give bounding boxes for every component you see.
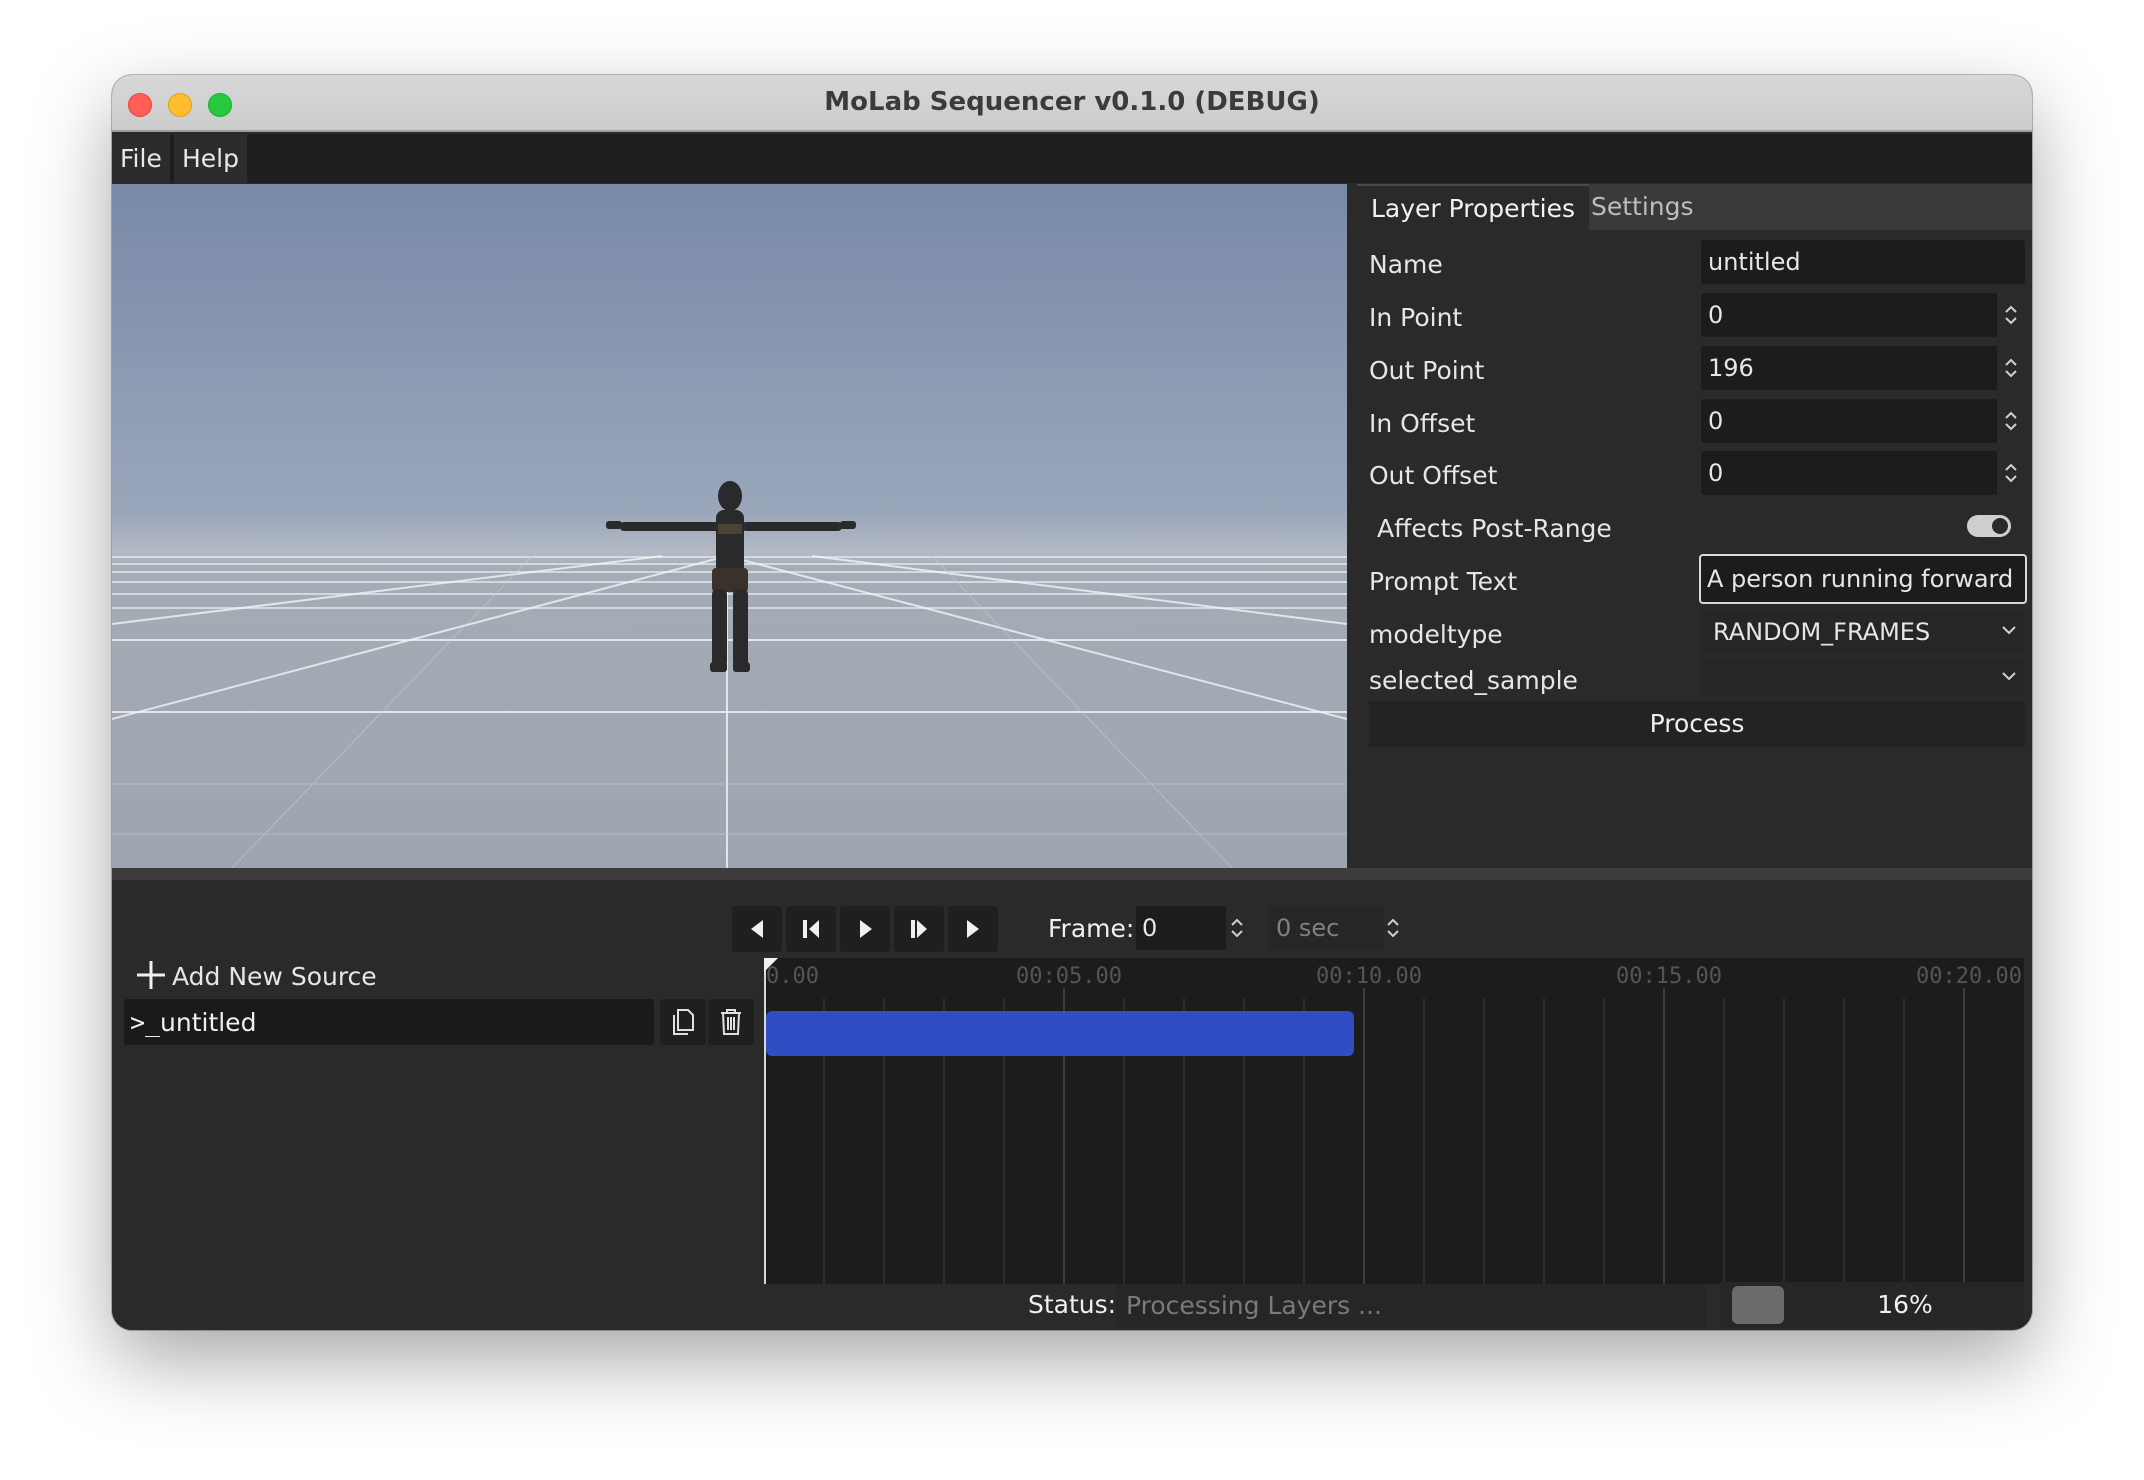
affects-post-range-toggle[interactable] — [1967, 515, 2011, 537]
window-title: MoLab Sequencer v0.1.0 (DEBUG) — [824, 87, 1320, 117]
out-offset-value: 0 — [1708, 459, 1724, 487]
3d-viewport[interactable] — [112, 184, 1347, 868]
step-forward-button[interactable] — [894, 906, 944, 952]
layer-time-bar[interactable] — [766, 1011, 1354, 1056]
out-offset-stepper[interactable] — [1997, 451, 2025, 495]
timeline-track-area[interactable]: 0.00 00:05.00 00:10.00 00:15.00 00:20.00 — [764, 958, 2024, 1284]
delete-layer-button[interactable] — [708, 999, 754, 1045]
affects-post-range-label: Affects Post-Range — [1377, 514, 1612, 543]
app-window: MoLab Sequencer v0.1.0 (DEBUG) File Help — [112, 75, 2032, 1330]
out-point-label: Out Point — [1369, 356, 1485, 385]
seconds-stepper-icon[interactable] — [1386, 916, 1400, 940]
playhead-marker-icon[interactable] — [764, 958, 780, 974]
selected-sample-label: selected_sample — [1369, 666, 1578, 695]
progress-text: 16% — [1877, 1290, 1933, 1319]
in-point-value: 0 — [1708, 301, 1724, 329]
status-text: Processing Layers ... — [1116, 1284, 1706, 1328]
triangle-right-icon — [967, 920, 979, 938]
terminal-prompt-icon: >_ — [130, 1008, 161, 1037]
add-new-source-label: Add New Source — [172, 962, 377, 991]
go-to-start-button[interactable] — [732, 906, 782, 952]
prompt-text-label: Prompt Text — [1369, 567, 1518, 596]
name-field[interactable]: untitled — [1701, 240, 2025, 284]
title-bar: MoLab Sequencer v0.1.0 (DEBUG) — [112, 75, 2032, 132]
play-button[interactable] — [840, 906, 890, 952]
properties-panel: Layer Properties Settings Name untitled … — [1357, 184, 2032, 868]
process-button[interactable]: Process — [1369, 701, 2025, 747]
spin-arrows-icon — [2005, 463, 2017, 483]
viewport-scene — [112, 481, 1347, 868]
in-offset-spinbox[interactable]: 0 — [1701, 399, 2025, 443]
plus-icon — [137, 961, 165, 989]
toggle-knob — [1992, 518, 2008, 534]
modeltype-value: RANDOM_FRAMES — [1713, 618, 1931, 646]
tick-label: 00:15.00 — [1616, 964, 1722, 989]
tick-label: 00:20.00 — [1916, 964, 2022, 989]
step-forward-icon — [911, 920, 927, 938]
character-figure — [606, 481, 856, 672]
play-icon — [860, 920, 872, 938]
menu-bar: File Help — [112, 134, 2032, 183]
chevron-down-icon — [2002, 672, 2016, 681]
trash-icon — [721, 1009, 741, 1035]
modeltype-select[interactable]: RANDOM_FRAMES — [1701, 610, 2025, 654]
sequencer-panel: Frame: 0 0 sec Add New Source >_ untitle… — [112, 880, 2032, 1330]
modeltype-label: modeltype — [1369, 620, 1503, 649]
out-offset-spinbox[interactable]: 0 — [1701, 451, 2025, 495]
menu-file[interactable]: File — [112, 134, 170, 183]
seconds-input[interactable]: 0 sec — [1268, 906, 1384, 950]
tick-label: 00:05.00 — [1016, 964, 1122, 989]
in-point-stepper[interactable] — [1997, 293, 2025, 337]
panel-splitter[interactable] — [112, 868, 2032, 880]
frame-input[interactable]: 0 — [1136, 906, 1226, 950]
step-back-button[interactable] — [786, 906, 836, 952]
spin-arrows-icon — [2005, 305, 2017, 325]
frame-stepper-icon[interactable] — [1230, 916, 1244, 940]
spin-arrows-icon — [2005, 358, 2017, 378]
in-offset-value: 0 — [1708, 407, 1724, 435]
tab-settings[interactable]: Settings — [1577, 184, 1708, 230]
go-to-end-button[interactable] — [948, 906, 998, 952]
copy-icon — [673, 1009, 694, 1035]
status-label: Status: — [1028, 1290, 1117, 1319]
tab-layer-properties[interactable]: Layer Properties — [1357, 184, 1589, 230]
in-offset-label: In Offset — [1369, 409, 1476, 438]
chevron-down-icon — [2002, 626, 2016, 635]
in-point-spinbox[interactable]: 0 — [1701, 293, 2025, 337]
triangle-left-icon — [751, 920, 763, 938]
name-label: Name — [1369, 250, 1443, 279]
out-point-spinbox[interactable]: 196 — [1701, 346, 2025, 390]
menu-help[interactable]: Help — [174, 134, 247, 183]
in-offset-stepper[interactable] — [1997, 399, 2025, 443]
out-point-value: 196 — [1708, 354, 1754, 382]
in-point-label: In Point — [1369, 303, 1463, 332]
layer-name: untitled — [160, 1008, 257, 1037]
timeline-grid — [823, 988, 1965, 1284]
out-offset-label: Out Offset — [1369, 461, 1498, 490]
layer-row[interactable]: >_ untitled — [124, 999, 654, 1045]
selected-sample-select[interactable] — [1701, 658, 2025, 696]
duplicate-layer-button[interactable] — [660, 999, 706, 1045]
spin-arrows-icon — [2005, 411, 2017, 431]
panel-tabs: Layer Properties Settings — [1357, 184, 2032, 230]
prompt-text-input[interactable]: A person running forward — [1699, 554, 2027, 604]
progress-bar: 16% — [1720, 1282, 2024, 1328]
tick-label: 00:10.00 — [1316, 964, 1422, 989]
frame-label: Frame: — [1048, 914, 1135, 943]
step-back-icon — [803, 920, 819, 938]
playhead[interactable] — [764, 958, 766, 1284]
out-point-stepper[interactable] — [1997, 346, 2025, 390]
